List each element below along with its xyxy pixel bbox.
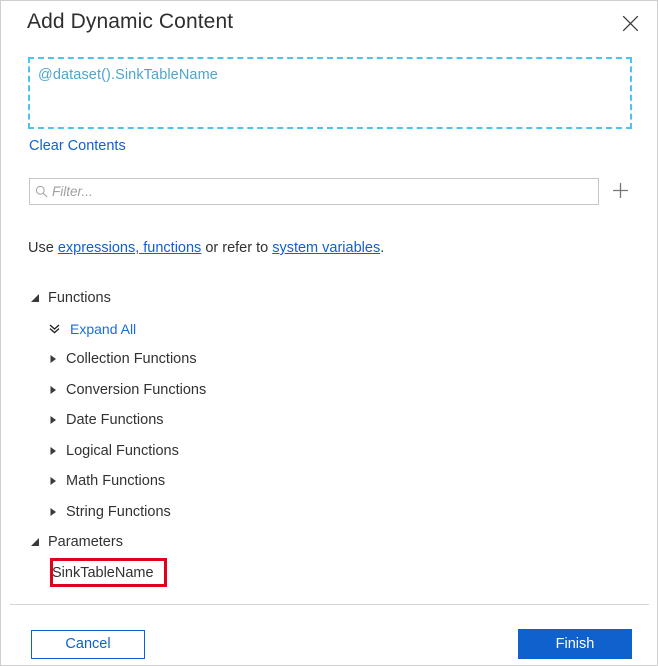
tree-group-parameters[interactable]: Parameters: [1, 527, 657, 558]
search-input[interactable]: [52, 179, 598, 204]
tree-item-date-functions[interactable]: Date Functions: [1, 405, 657, 436]
tree-item-conversion-functions[interactable]: Conversion Functions: [1, 375, 657, 406]
add-dynamic-content-dialog: Add Dynamic Content @dataset().SinkTable…: [0, 0, 658, 666]
expand-all-link[interactable]: Expand All: [70, 321, 136, 337]
add-button[interactable]: [606, 179, 634, 205]
plus-icon: [612, 182, 629, 202]
expand-all-row[interactable]: Expand All: [1, 314, 657, 345]
tree-item-label: Logical Functions: [66, 442, 179, 459]
tree-item-label: Conversion Functions: [66, 381, 207, 398]
footer-divider: [10, 604, 649, 605]
expressions-functions-link[interactable]: expressions, functions: [58, 240, 201, 256]
caret-collapsed-icon[interactable]: [48, 350, 66, 368]
hint-prefix: Use: [28, 240, 58, 256]
tree-item-label: Date Functions: [66, 412, 164, 429]
expression-value: @dataset().SinkTableName: [38, 67, 218, 83]
tree-item-math-functions[interactable]: Math Functions: [1, 466, 657, 497]
caret-collapsed-icon[interactable]: [48, 381, 66, 399]
caret-expanded-icon[interactable]: [30, 289, 48, 307]
hint-text: Use expressions, functions or refer to s…: [28, 240, 384, 256]
tree-item-sinktablename[interactable]: SinkTableName: [1, 558, 657, 589]
tree-group-functions-label: Functions: [48, 290, 111, 307]
double-chevron-down-icon: [48, 320, 68, 338]
tree-group-functions[interactable]: Functions: [1, 283, 657, 314]
finish-button[interactable]: Finish: [518, 629, 632, 659]
clear-contents-link[interactable]: Clear Contents: [29, 138, 126, 154]
cancel-button[interactable]: Cancel: [31, 630, 145, 659]
hint-middle: or refer to: [201, 240, 273, 256]
dialog-header: Add Dynamic Content: [1, 1, 657, 47]
page-title: Add Dynamic Content: [27, 10, 234, 33]
tree-item-logical-functions[interactable]: Logical Functions: [1, 436, 657, 467]
tree-group-parameters-label: Parameters: [48, 534, 123, 551]
system-variables-link[interactable]: system variables: [272, 240, 380, 256]
tree-item-collection-functions[interactable]: Collection Functions: [1, 344, 657, 375]
close-button[interactable]: [611, 5, 649, 41]
hint-suffix: .: [380, 240, 385, 256]
caret-collapsed-icon[interactable]: [48, 503, 66, 521]
tree-item-label: Math Functions: [66, 473, 166, 490]
search-icon: [30, 179, 52, 204]
caret-collapsed-icon[interactable]: [48, 411, 66, 429]
tree-item-label: Collection Functions: [66, 351, 197, 368]
caret-collapsed-icon[interactable]: [48, 472, 66, 490]
tree-item-string-functions[interactable]: String Functions: [1, 497, 657, 528]
caret-collapsed-icon[interactable]: [48, 442, 66, 460]
dynamic-content-tree: Functions Expand All Collection Function…: [1, 283, 657, 588]
caret-expanded-icon[interactable]: [30, 533, 48, 551]
expression-editor[interactable]: @dataset().SinkTableName: [28, 57, 632, 129]
close-icon: [622, 15, 639, 32]
filter-field[interactable]: [29, 178, 599, 205]
tree-item-label: SinkTableName: [52, 564, 154, 581]
tree-item-label: String Functions: [66, 503, 171, 520]
